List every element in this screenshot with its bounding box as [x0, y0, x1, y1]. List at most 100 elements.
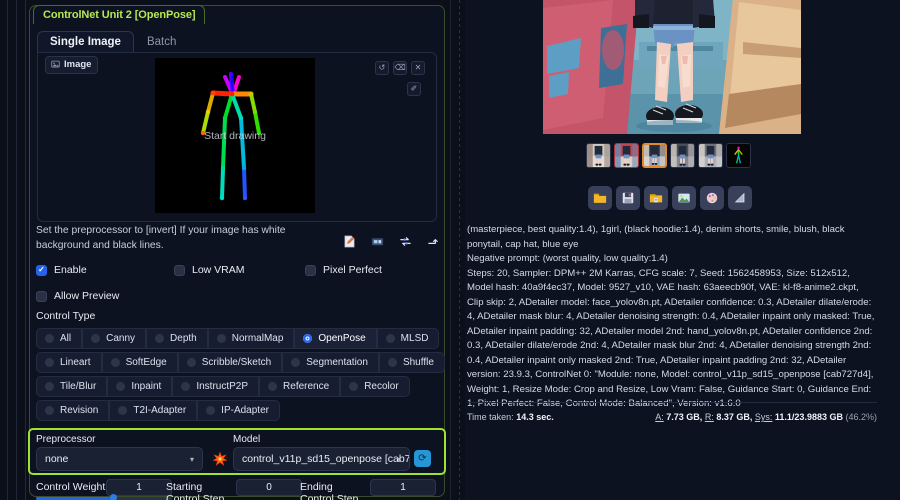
image-action-icons: [343, 235, 440, 248]
tab-batch[interactable]: Batch: [134, 31, 189, 53]
mem-a-label: A:: [655, 412, 664, 422]
chevron-down-icon: ▾: [396, 454, 401, 464]
radio-icon: [387, 357, 397, 367]
control-type-revision[interactable]: Revision: [36, 400, 110, 421]
open-new-canvas-icon[interactable]: [343, 235, 356, 248]
checkbox-pixel-perfect[interactable]: Pixel Perfect: [305, 264, 382, 276]
right-panel-divider: [459, 0, 460, 500]
checkbox-low-vram[interactable]: Low VRAM: [174, 264, 245, 276]
control-type-canny[interactable]: Canny: [82, 328, 147, 349]
radio-icon: [118, 405, 128, 415]
output-panel: (masterpiece, best quality:1.4), 1girl, …: [465, 0, 900, 500]
checkbox-enable[interactable]: Enable: [36, 264, 87, 276]
thumb-6-pose[interactable]: [726, 143, 751, 168]
send-to-inpaint-icon[interactable]: [700, 186, 724, 210]
draw-icon[interactable]: ✐: [407, 82, 421, 96]
control-type-label: Control Type: [36, 310, 96, 322]
openpose-canvas[interactable]: Start drawing: [155, 58, 315, 213]
control-weight-value[interactable]: 1: [106, 479, 172, 496]
radio-icon: [349, 381, 359, 391]
control-type-depth[interactable]: Depth: [146, 328, 208, 349]
thumb-1[interactable]: [586, 143, 611, 168]
control-type-label-text: SoftEdge: [125, 356, 167, 368]
pixel-perfect-checkbox-box[interactable]: [305, 264, 316, 276]
thumb-4[interactable]: [670, 143, 695, 168]
enable-checkbox-box[interactable]: [36, 264, 47, 276]
control-type-lineart[interactable]: Lineart: [36, 352, 102, 373]
radio-icon: [45, 333, 54, 343]
metadata-line: Steps: 20, Sampler: DPM++ 2M Karras, CFG…: [467, 267, 875, 410]
folder-icon[interactable]: [588, 186, 612, 210]
time-taken-label: Time taken:: [467, 412, 514, 422]
control-type-label-text: All: [60, 332, 72, 344]
image-tool-chip[interactable]: Image: [45, 56, 99, 74]
mem-sys-pct: (46.2%): [845, 412, 877, 422]
control-type-ip-adapter[interactable]: IP-Adapter: [197, 400, 280, 421]
right-rail: [450, 0, 451, 500]
control-type-reference[interactable]: Reference: [259, 376, 341, 397]
control-type-instructp2p[interactable]: InstructP2P: [172, 376, 260, 397]
control-type-label-text: T2I-Adapter: [133, 404, 187, 416]
control-type-shuffle[interactable]: Shuffle: [378, 352, 445, 373]
control-type-mlsd[interactable]: MLSD: [376, 328, 440, 349]
explosion-icon[interactable]: [213, 452, 227, 466]
refresh-icon[interactable]: ⟳: [414, 450, 431, 467]
erase-icon[interactable]: ⌫: [393, 61, 407, 75]
control-type-label-text: Recolor: [364, 380, 399, 392]
output-preview-image[interactable]: [543, 0, 801, 134]
radio-icon: [206, 405, 216, 415]
image-chip-label: Image: [64, 59, 92, 70]
thumb-5[interactable]: [698, 143, 723, 168]
send-to-img2img-icon[interactable]: [371, 235, 384, 248]
preprocessor-dropdown[interactable]: none ▾: [36, 447, 203, 471]
canvas-hint-text: Start drawing: [204, 130, 266, 142]
control-type-tile-blur[interactable]: Tile/Blur: [36, 376, 108, 397]
control-type-label-text: Revision: [60, 404, 99, 416]
low-vram-label: Low VRAM: [192, 264, 245, 276]
control-type-all[interactable]: All: [36, 328, 83, 349]
ending-control-step-value[interactable]: 1: [370, 479, 436, 496]
starting-control-step-value[interactable]: 0: [236, 479, 302, 496]
control-type-scribble-sketch[interactable]: Scribble/Sketch: [177, 352, 283, 373]
control-type-softedge[interactable]: SoftEdge: [101, 352, 178, 373]
rail-1: [7, 0, 8, 500]
enable-label: Enable: [54, 264, 87, 276]
zip-icon[interactable]: [644, 186, 668, 210]
send-to-img2img-icon[interactable]: [672, 186, 696, 210]
control-type-label-text: OpenPose: [318, 332, 366, 344]
save-icon[interactable]: [616, 186, 640, 210]
radio-icon: [216, 333, 226, 343]
metadata-line: (masterpiece, best quality:1.4), 1girl, …: [467, 224, 845, 250]
preprocessor-label: Preprocessor: [36, 434, 96, 445]
allow-preview-checkbox-box[interactable]: [36, 290, 47, 302]
radio-icon: [181, 381, 191, 391]
send-to-extras-icon[interactable]: [728, 186, 752, 210]
control-type-inpaint[interactable]: Inpaint: [107, 376, 173, 397]
model-value: control_v11p_sd15_openpose [cab7: [242, 453, 410, 465]
undo-icon[interactable]: ↺: [375, 61, 389, 75]
controlnet-accordion-title[interactable]: ControlNet Unit 2 [OpenPose]: [33, 5, 206, 24]
thumb-2[interactable]: [614, 143, 639, 168]
send-dimensions-icon[interactable]: [427, 235, 440, 248]
thumb-3[interactable]: [642, 143, 667, 168]
control-type-group: All Canny Depth NormalMap OpenPose MLSD Linear…: [36, 328, 445, 424]
control-weight-knob[interactable]: [110, 494, 117, 500]
close-icon[interactable]: ✕: [411, 61, 425, 75]
checkbox-allow-preview[interactable]: Allow Preview: [36, 290, 119, 302]
control-type-openpose[interactable]: OpenPose: [294, 328, 377, 349]
thumbnail-image: [615, 144, 638, 167]
model-dropdown[interactable]: control_v11p_sd15_openpose [cab7 ▾: [233, 447, 410, 471]
control-type-normalmap[interactable]: NormalMap: [207, 328, 295, 349]
mem-r-value: 8.37 GB,: [716, 412, 753, 422]
control-type-label-text: Canny: [106, 332, 136, 344]
control-type-segmentation[interactable]: Segmentation: [282, 352, 379, 373]
radio-icon: [186, 357, 196, 367]
preprocessor-hint: Set the preprocessor to [invert] If your…: [36, 225, 286, 251]
control-type-t2i-adapter[interactable]: T2I-Adapter: [109, 400, 198, 421]
canvas-tool-group-2: ✐: [407, 82, 421, 96]
swap-icon[interactable]: [399, 235, 412, 248]
tab-single-image[interactable]: Single Image: [37, 31, 134, 53]
control-type-label-text: Tile/Blur: [60, 380, 97, 392]
low-vram-checkbox-box[interactable]: [174, 264, 185, 276]
control-type-recolor[interactable]: Recolor: [340, 376, 410, 397]
